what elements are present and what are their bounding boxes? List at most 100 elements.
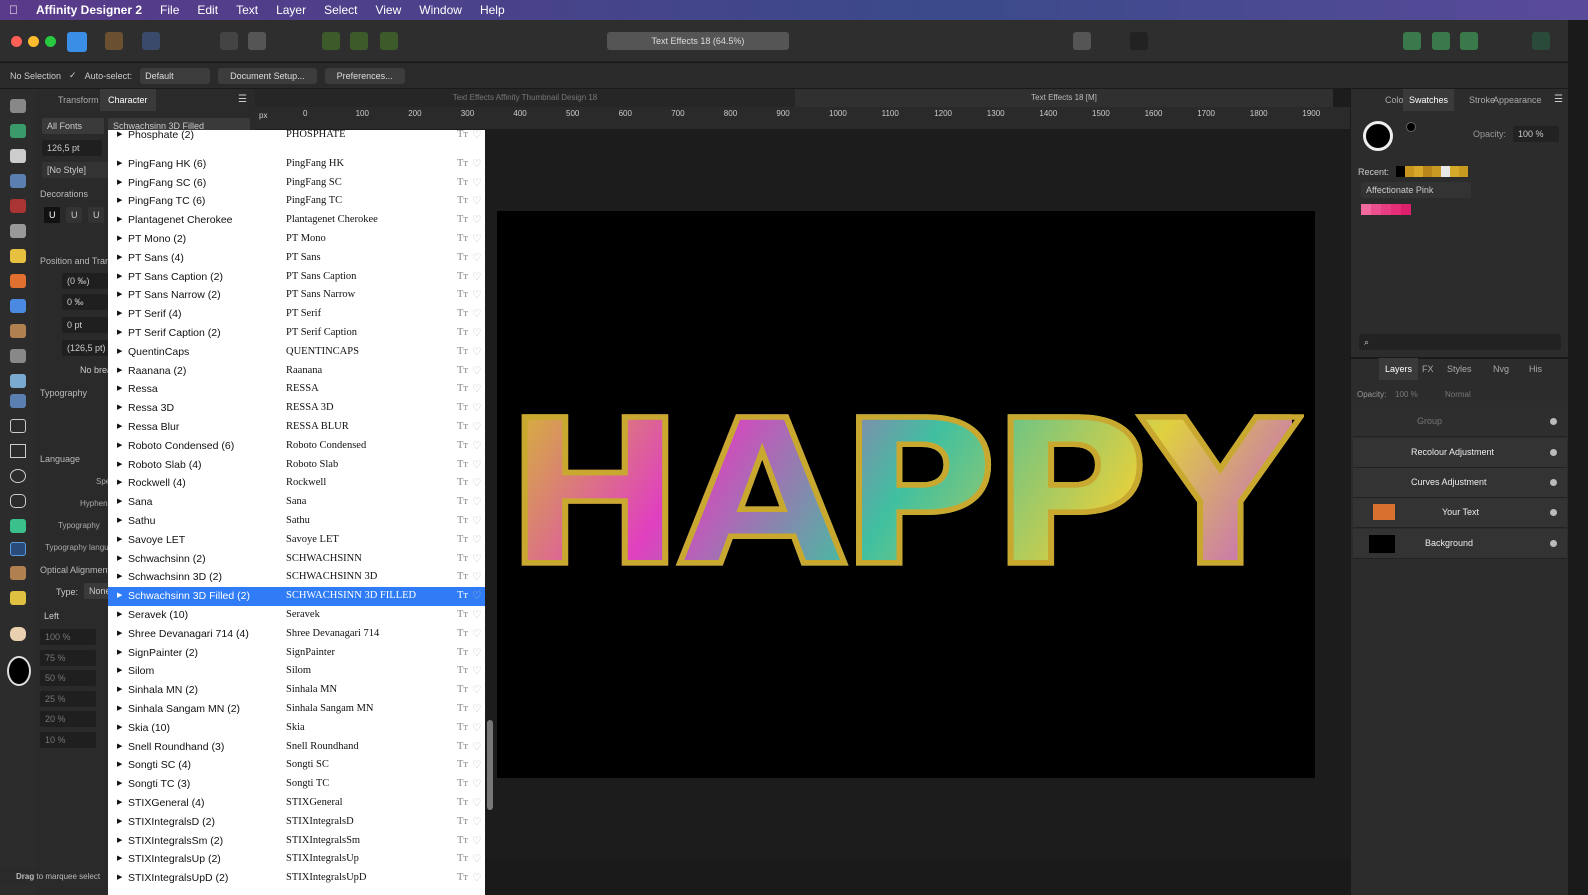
color-swatch[interactable] [1371,204,1381,215]
layer-background[interactable]: Background [1353,529,1567,559]
expand-triangle-icon[interactable]: ▶ [117,474,122,493]
ellipse-tool-icon[interactable] [10,469,26,483]
document-title[interactable]: Text Effects 18 (64.5%) [607,32,789,50]
document-tab-active[interactable]: Text Effects 18 [M] [795,89,1333,107]
kerning-field[interactable]: (0 ‰) [62,273,108,289]
place-image-icon[interactable] [10,394,26,408]
move-tool-icon[interactable] [10,99,26,113]
expand-triangle-icon[interactable]: ▶ [117,362,122,381]
color-swatch[interactable] [1381,204,1391,215]
tab-fx[interactable]: FX [1416,358,1440,380]
percent-field[interactable]: 50 % [40,670,96,686]
font-list-item[interactable]: ▶ Savoye LET Savoye LET Tт ♡ [108,531,485,550]
layer-group[interactable]: Group [1353,407,1567,437]
snapping-magnet-icon[interactable] [1130,32,1148,50]
favorite-heart-icon[interactable]: ♡ [472,474,481,493]
point-transform-icon[interactable] [10,199,26,213]
font-list-item[interactable]: ▶ Roboto Slab (4) Roboto Slab Tт ♡ [108,456,485,475]
font-list-item[interactable]: ▶ STIXIntegralsD (2) STIXIntegralsD Tт ♡ [108,813,485,832]
font-collection-select[interactable]: All Fonts [42,118,104,134]
percent-field[interactable]: 20 % [40,711,96,727]
happy-text-artwork[interactable]: HAPPY [502,391,1301,597]
recent-color-swatch[interactable] [1450,166,1459,177]
studio-icon[interactable] [1432,32,1450,50]
favorite-heart-icon[interactable]: ♡ [472,268,481,287]
color-swatch[interactable] [1361,204,1371,215]
language-header[interactable]: Language [40,454,80,464]
favorite-heart-icon[interactable]: ♡ [472,362,481,381]
font-list-item[interactable]: ▶ Skia (10) Skia Tт ♡ [108,719,485,738]
text-tool-icon[interactable] [10,542,26,556]
tab-swatches[interactable]: Swatches [1403,89,1455,111]
favorite-heart-icon[interactable]: ♡ [472,399,481,418]
shape-tool-icon[interactable] [10,519,26,533]
hand-tool-icon[interactable] [10,627,26,641]
decorations-header[interactable]: Decorations [40,189,88,199]
favorite-heart-icon[interactable]: ♡ [472,869,481,888]
crop-icon[interactable] [1073,32,1091,50]
fill-tool-icon[interactable] [10,299,26,313]
optical-alignment-header[interactable]: Optical Alignment [40,565,110,575]
expand-triangle-icon[interactable]: ▶ [117,681,122,700]
recent-color-swatch[interactable] [1414,166,1423,177]
palette-select[interactable]: Affectionate Pink [1361,182,1471,198]
apple-icon[interactable]:  [0,3,27,17]
designer-persona-icon[interactable] [67,32,87,52]
font-list-item[interactable]: ▶ QuentinCaps QUENTINCAPS Tт ♡ [108,343,485,362]
layer-your-text[interactable]: Your Text [1353,498,1567,528]
tab-appearance[interactable]: Appearance [1487,89,1548,111]
favorite-heart-icon[interactable]: ♡ [472,437,481,456]
expand-triangle-icon[interactable]: ▶ [117,343,122,362]
favorite-heart-icon[interactable]: ♡ [472,587,481,606]
favorite-heart-icon[interactable]: ♡ [472,662,481,681]
tab-character[interactable]: Character [100,89,156,111]
tab-layers[interactable]: Layers [1379,358,1419,380]
favorite-heart-icon[interactable]: ♡ [472,644,481,663]
horizontal-ruler[interactable]: px 0 100 200 300 400 500 600 700 800 900 1000 1100 1… [255,107,1350,129]
color-swatch[interactable] [1391,204,1401,215]
baseline-field[interactable]: 0 pt [62,317,108,333]
favorite-heart-icon[interactable]: ♡ [472,700,481,719]
font-list-item[interactable]: ▶ Sinhala MN (2) Sinhala MN Tт ♡ [108,681,485,700]
layer-recolour-adjustment[interactable]: Recolour Adjustment [1353,438,1567,468]
favorite-heart-icon[interactable]: ♡ [472,681,481,700]
font-list-item[interactable]: ▶ PingFang HK (6) PingFang HK Tт ♡ [108,155,485,174]
menu-help[interactable]: Help [471,3,514,17]
document-tab[interactable]: Text Effects Affinity Thumbnail Design 1… [255,89,795,107]
favorite-heart-icon[interactable]: ♡ [472,155,481,174]
expand-triangle-icon[interactable]: ▶ [117,738,122,757]
favorite-heart-icon[interactable]: ♡ [472,211,481,230]
favorite-heart-icon[interactable]: ♡ [472,286,481,305]
expand-triangle-icon[interactable]: ▶ [117,130,122,145]
fill-stroke-swatch-icon[interactable] [1363,121,1393,151]
font-list-item[interactable]: ▶ Plantagenet Cherokee Plantagenet Cheroke… [108,211,485,230]
tab-history[interactable]: His [1523,358,1548,380]
expand-triangle-icon[interactable]: ▶ [117,456,122,475]
font-list-item[interactable]: ▶ Sana Sana Tт ♡ [108,493,485,512]
font-list-item[interactable]: ▶ Schwachsinn 3D (2) SCHWACHSINN 3D Tт ♡ [108,568,485,587]
expand-triangle-icon[interactable]: ▶ [117,493,122,512]
close-window-button[interactable] [11,36,22,47]
favorite-heart-icon[interactable]: ♡ [472,305,481,324]
font-list-item[interactable]: ▶ Ressa RESSA Tт ♡ [108,380,485,399]
layer-curves-adjustment[interactable]: Curves Adjustment [1353,468,1567,498]
snap-bounds-icon[interactable] [350,32,368,50]
snap-icon[interactable] [322,32,340,50]
node-tool-icon[interactable] [10,149,26,163]
blend-mode-select[interactable]: Normal [1445,390,1471,399]
opacity-field[interactable]: 100 % [1513,126,1559,142]
font-size-field[interactable]: 126,5 pt [42,140,102,156]
menu-edit[interactable]: Edit [188,3,227,17]
expand-triangle-icon[interactable]: ▶ [117,662,122,681]
recent-color-swatch[interactable] [1459,166,1468,177]
menu-select[interactable]: Select [315,3,366,17]
expand-triangle-icon[interactable]: ▶ [117,380,122,399]
corner-tool-icon[interactable] [10,174,26,188]
font-list-item[interactable]: ▶ PingFang SC (6) PingFang SC Tт ♡ [108,174,485,193]
font-list-item[interactable]: ▶ Ressa Blur RESSA BLUR Tт ♡ [108,418,485,437]
menu-file[interactable]: File [151,3,188,17]
favorite-heart-icon[interactable]: ♡ [472,343,481,362]
favorite-heart-icon[interactable]: ♡ [472,531,481,550]
font-list-item[interactable]: ▶ Songti TC (3) Songti TC Tт ♡ [108,775,485,794]
recent-color-swatch[interactable] [1396,166,1405,177]
